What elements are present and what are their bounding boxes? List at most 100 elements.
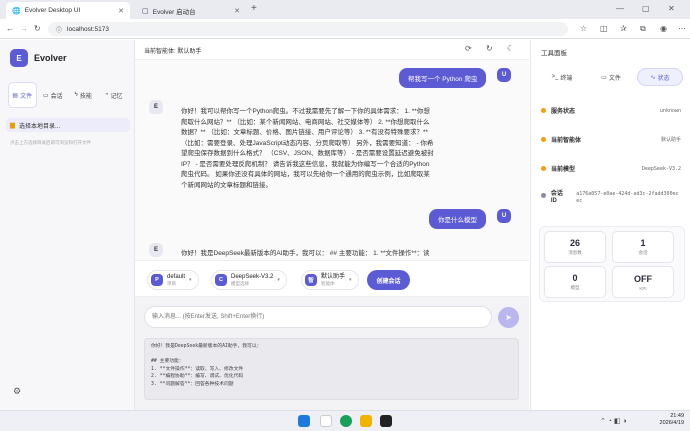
assistant-avatar: E <box>149 243 163 257</box>
close-icon[interactable]: ✕ <box>234 7 240 15</box>
back-icon[interactable]: ← <box>6 24 14 33</box>
minimize-icon[interactable]: — <box>616 4 624 13</box>
composer-area: ➤ 你好！我是DeepSeek最新版本的AI助手，我可以： ## 主要功能： 1… <box>135 296 529 410</box>
globe-icon: 🌐 <box>12 7 21 15</box>
tab-label: 记忆 <box>110 93 123 100</box>
app-logo: E <box>10 49 28 67</box>
preview-line: 你好！我是DeepSeek最新版本的AI助手，我可以： <box>151 344 262 349</box>
user-avatar: U <box>497 68 511 82</box>
stat-number: 0 <box>572 273 578 283</box>
clock[interactable]: 21:49 2026/4/19 <box>650 413 684 427</box>
browser-tab-1[interactable]: 🌐 Evolver Desktop UI ✕ <box>6 2 130 19</box>
tab-memory[interactable]: ◔ 记忆 <box>100 82 128 108</box>
message-list: 帮我写一个 Python 爬虫 U E 你好！我可以帮你写一个Python爬虫。… <box>135 60 529 260</box>
tab-sessions[interactable]: ▭ 会话 <box>39 82 67 108</box>
url-field[interactable]: ⓘ localhost:5173 <box>48 22 568 36</box>
star-icon[interactable]: ☆ <box>580 24 587 33</box>
tab-files[interactable]: ▭ 文件 <box>588 68 634 86</box>
stat-card-kpi: OFF KPI <box>612 266 674 298</box>
tab-status[interactable]: ∿ 状态 <box>637 68 683 86</box>
create-session-button[interactable]: 创建会话 <box>367 270 410 290</box>
message-input[interactable] <box>144 306 492 328</box>
system-tray-icons[interactable]: ⌃ ◔ ◧ ◑ <box>600 417 627 425</box>
session-controls: P default 项目 ▾ C DeepSeek-V3.2 模型选择 ▾ 智 默认… <box>135 260 529 296</box>
project-name: default <box>167 273 186 280</box>
tab-terminal[interactable]: >_ 终端 <box>539 68 585 86</box>
file-explorer-icon[interactable] <box>360 415 372 427</box>
refresh-icon[interactable]: ↻ <box>486 44 493 53</box>
favorites-icon[interactable]: ✰ <box>620 24 627 33</box>
new-tab-icon[interactable]: + <box>251 3 257 14</box>
status-row-service: 服务状态 unknown <box>541 106 681 115</box>
browser-tab-2[interactable]: ▢ Evolver 启动台 ✕ <box>136 2 246 19</box>
more-icon[interactable]: ⋯ <box>678 24 686 33</box>
status-label: 服务状态 <box>551 109 576 115</box>
user-message-bubble: 帮我写一个 Python 爬虫 <box>399 68 487 88</box>
clock-date: 2026/4/19 <box>659 420 684 426</box>
tab-title: Evolver Desktop UI <box>24 7 81 14</box>
message-line: 爬虫代码。 如果你还没有具体的网站，我可以先给你一个通用的爬虫示例，比如爬取某 <box>181 171 430 178</box>
tools-panel: 工具面板 >_ 终端 ▭ 文件 ∿ 状态 服务状态 unknown 当前智能体 默认助… <box>530 40 690 410</box>
status-row-session-id: 会话 ID a176a057-e0ae-424d-ad3c-2fadd300ec… <box>541 191 681 205</box>
sidebar: E Evolver ▤ 文件 ▭ 会话 ϟ 技能 ◔ 记忆 ▆ 选择本地目录... 点击… <box>0 40 135 410</box>
close-icon[interactable]: ✕ <box>118 7 124 15</box>
profile-icon[interactable]: ◉ <box>660 24 667 33</box>
info-icon: ⓘ <box>56 27 63 34</box>
agent-caption: 智能体 <box>321 280 335 286</box>
tab-label: 文件 <box>608 75 621 82</box>
status-row-agent: 当前智能体 默认助手 <box>541 135 681 144</box>
select-directory-button[interactable]: ▆ 选择本地目录... <box>6 118 130 132</box>
search-icon[interactable] <box>320 415 332 427</box>
stat-label: 模型 <box>570 285 580 290</box>
stat-number: 26 <box>569 238 580 248</box>
message-line: 数据？** （比如：文章标题、价格、图片链接、用户评论等） 3. **有没有特殊… <box>181 129 429 136</box>
status-dot <box>541 137 546 142</box>
message-line: 望爬虫保存数据到什么格式？ （CSV、JSON、数据库等） - 是否需要设置延迟… <box>181 150 434 157</box>
forward-icon[interactable]: → <box>20 24 28 33</box>
stat-card-sessions: 1 会话 <box>612 231 674 263</box>
status-label: 当前智能体 <box>551 138 582 144</box>
stat-label: 消息数 <box>568 250 582 255</box>
assistant-message: 你好！我是DeepSeek最新版本的AI助手，我可以： ## 主要功能： 1. … <box>181 249 501 260</box>
terminal-icon[interactable] <box>380 415 392 427</box>
sync-icon[interactable]: ⟳ <box>465 44 472 53</box>
browser-tab-bar: 🌐 Evolver Desktop UI ✕ ▢ Evolver 启动台 ✕ +… <box>0 0 690 19</box>
start-icon[interactable] <box>298 415 310 427</box>
moon-icon[interactable]: ☾ <box>507 44 514 53</box>
settings-gear-icon[interactable]: ⚙ <box>13 386 21 397</box>
agent-selector[interactable]: 智 默认助手 智能体 ▾ <box>301 270 359 290</box>
stat-number: OFF <box>634 273 652 284</box>
chat-header: 当前智能体: 默认助手 ⟳ ↻ ☾ <box>135 40 529 60</box>
send-button[interactable]: ➤ <box>498 307 519 328</box>
clock-time: 21:49 <box>670 413 684 419</box>
tab-files[interactable]: ▤ 文件 <box>8 82 37 108</box>
folder-icon: ▭ <box>601 74 607 81</box>
user-avatar: U <box>497 209 511 223</box>
status-value: a176a057-e0ae-424d-ad3c-2fadd300ecec <box>576 191 679 204</box>
taskbar: ⌃ ◔ ◧ ◑ 21:49 2026/4/19 <box>0 410 690 431</box>
file-icon: ▤ <box>12 92 19 99</box>
split-icon[interactable]: ◫ <box>600 24 608 33</box>
reload-icon[interactable]: ↻ <box>34 24 41 33</box>
status-value: 默认助手 <box>660 137 681 143</box>
stat-label: 会话 <box>638 250 648 255</box>
activity-icon: ∿ <box>650 74 656 81</box>
sidebar-hint: 点击上方选择目录后即可浏览和打开文件 <box>10 140 91 145</box>
tab-skills[interactable]: ϟ 技能 <box>69 82 97 108</box>
project-selector[interactable]: P default 项目 ▾ <box>147 270 199 290</box>
maximize-icon[interactable]: ▢ <box>642 4 650 13</box>
page-icon: ▢ <box>142 7 149 15</box>
preview-line: 2. **编程协助**：编写、调试、优化代码 <box>151 374 244 380</box>
tools-tabs: >_ 终端 ▭ 文件 ∿ 状态 <box>539 68 685 86</box>
stat-card-models: 0 模型 <box>544 266 606 298</box>
close-window-icon[interactable]: ✕ <box>668 4 675 13</box>
select-directory-label: 选择本地目录... <box>19 123 61 130</box>
tab-label: 状态 <box>657 75 670 82</box>
status-dot <box>541 108 546 113</box>
collections-icon[interactable]: ⧉ <box>640 24 646 34</box>
app-brand: E Evolver <box>10 49 67 67</box>
model-selector[interactable]: C DeepSeek-V3.2 模型选择 ▾ <box>211 270 287 290</box>
model-name: DeepSeek-V3.2 <box>231 273 274 280</box>
chevron-down-icon: ▾ <box>277 277 280 283</box>
wechat-icon[interactable] <box>340 415 352 427</box>
